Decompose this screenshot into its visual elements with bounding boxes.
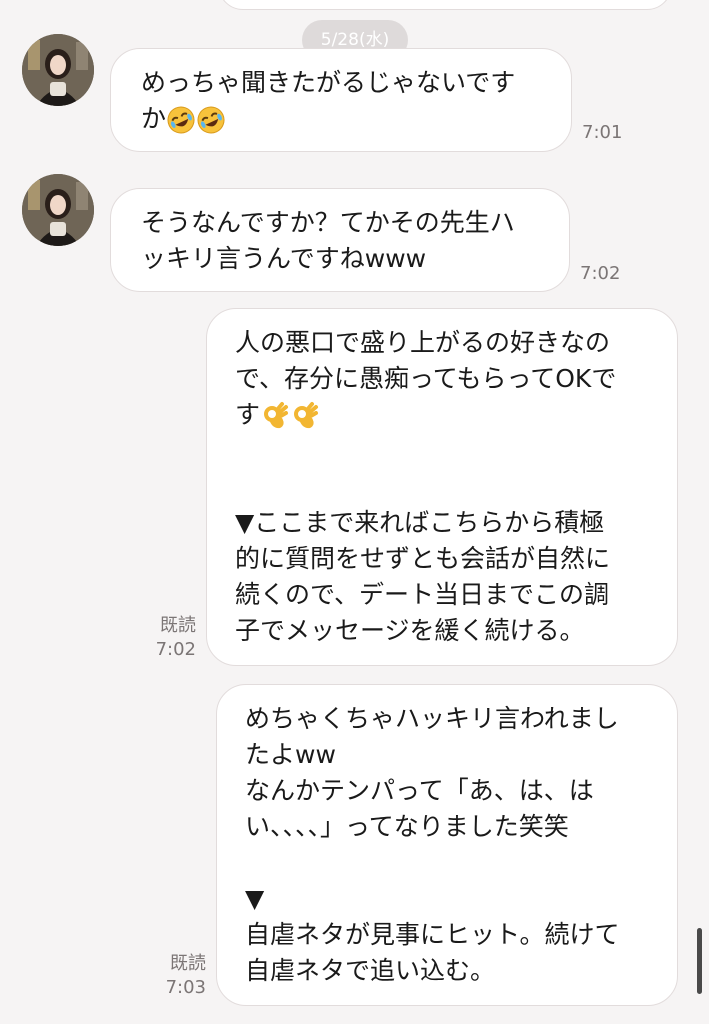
message-timestamp: 7:01 [582,122,623,143]
message-text-line: めっちゃ聞きたがるじゃないです [141,68,516,97]
message-text-line: で、存分に愚痴ってもらってOKで [235,364,617,393]
avatar[interactable] [22,34,94,106]
read-receipt: 既読 7:02 [148,614,196,662]
message-text-line: 人の悪口で盛り上がるの好きなの [235,328,611,357]
message-text-line: ▼ここまで来ればこちらから積極 [235,508,605,537]
ok-hand-emoji-icon [290,401,320,431]
message-text-line: 的に質問をせずとも会話が自然に [235,544,611,573]
avatar[interactable] [22,174,94,246]
message-text-line: す [235,400,261,429]
message-timestamp: 7:02 [155,639,196,660]
ok-hand-emoji-icon [260,401,290,431]
read-label: 既読 [160,615,196,636]
avatar-photo-icon [22,34,94,106]
read-receipt: 既読 7:03 [158,952,206,1000]
message-text-line: 自虐ネタで追い込む。 [245,956,496,985]
scrollbar-thumb[interactable] [697,928,702,994]
read-label: 既読 [170,953,206,974]
message-text-line: ッキリ言うんですねwww [141,244,427,273]
sent-message-bubble[interactable]: めちゃくちゃハッキリ言われまし たよww なんかテンパって「あ、は、は い、、、… [216,684,678,1006]
avatar-photo-icon [22,174,94,246]
message-text-line: たよww [245,740,336,769]
message-text-line: か [141,104,167,133]
message-timestamp: 7:03 [165,977,206,998]
message-text-line: めちゃくちゃハッキリ言われまし [245,704,619,733]
message-timestamp: 7:02 [580,263,621,284]
message-text-line: ▼ [245,884,265,913]
rofl-emoji-icon [196,105,226,135]
rofl-emoji-icon [166,105,196,135]
received-message-bubble[interactable]: めっちゃ聞きたがるじゃないです か [110,48,572,152]
previous-message-bubble [218,0,672,10]
message-text-line: い、、、、」ってなりました笑笑 [245,812,569,841]
sent-message-bubble[interactable]: 人の悪口で盛り上がるの好きなの で、存分に愚痴ってもらってOKで す ▼ここまで… [206,308,678,666]
message-text-line: 子でメッセージを緩く続ける。 [235,616,585,645]
message-text-line: 続くので、デート当日までこの調 [235,580,610,609]
message-text-line: なんかテンパって「あ、は、は [245,776,594,805]
message-text-line: そうなんですか？てかその先生ハ [141,208,515,237]
message-text-line: 自虐ネタが見事にヒット。続けて [245,920,620,949]
received-message-bubble[interactable]: そうなんですか？てかその先生ハ ッキリ言うんですねwww [110,188,570,292]
